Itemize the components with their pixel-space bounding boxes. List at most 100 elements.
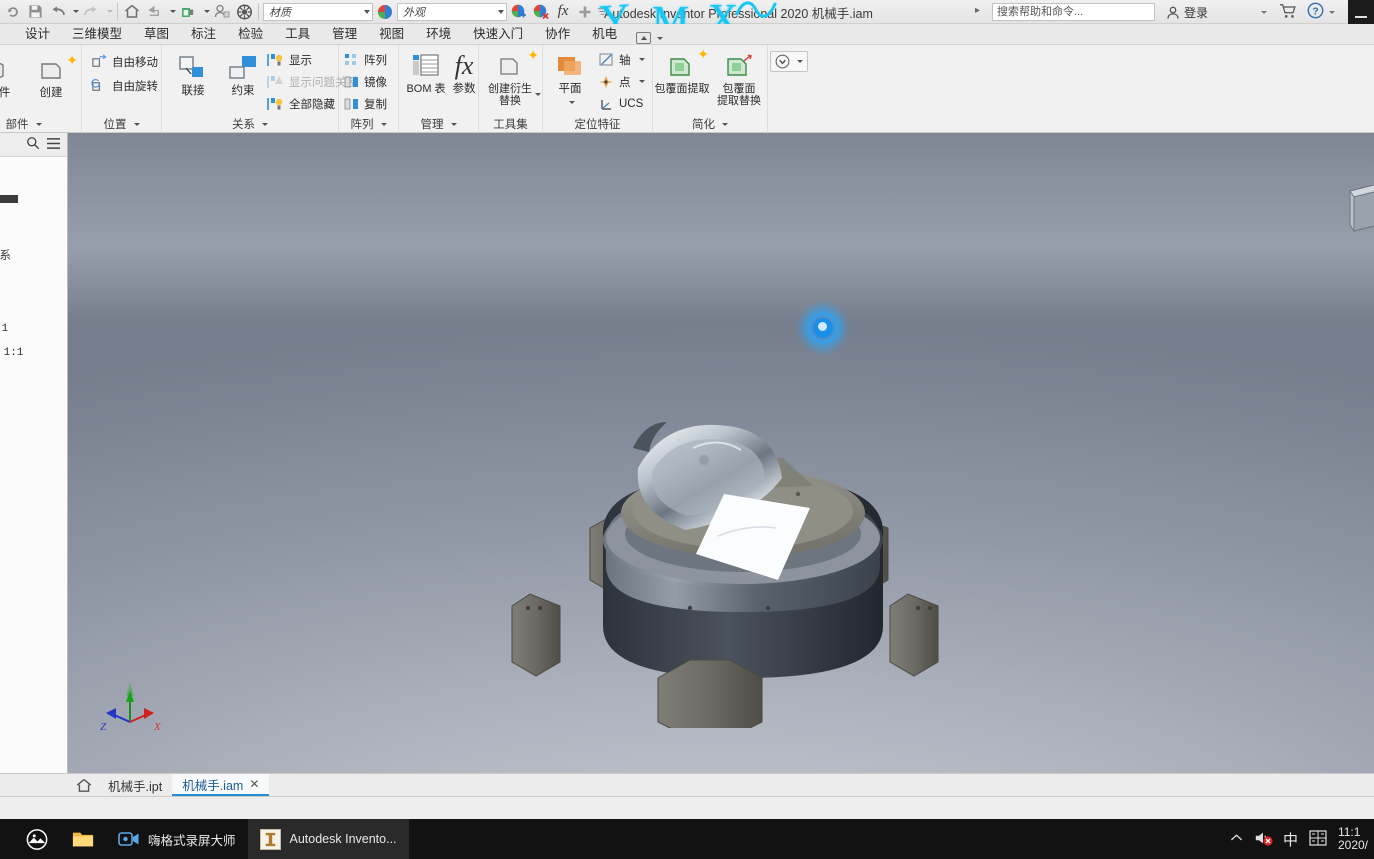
ribbon-overflow-chevron-icon[interactable] — [797, 60, 803, 63]
ribbon-overflow-button[interactable] — [770, 51, 808, 72]
constrain-button[interactable]: 约束 — [214, 51, 272, 97]
save-icon[interactable] — [24, 1, 46, 22]
panel-chevron-icon-6[interactable] — [722, 122, 728, 126]
tab-collaborate[interactable]: 协作 — [534, 24, 581, 44]
appearance-combo[interactable]: 外观 — [397, 2, 507, 21]
tab-inspect[interactable]: 检验 — [227, 24, 274, 44]
axis-button[interactable]: 轴 — [599, 49, 645, 70]
mirror-button[interactable]: 镜像 — [344, 71, 387, 92]
browser-entry-pattern-scale[interactable]: 列 1:1 — [0, 343, 23, 359]
plane-dropdown-icon[interactable] — [568, 101, 575, 104]
assembly-model[interactable] — [508, 308, 978, 728]
tab-environments[interactable]: 环境 — [415, 24, 462, 44]
shrinkwrap-substitute-button[interactable]: 包覆面 提取替换 — [710, 49, 768, 107]
tab-design[interactable]: 设计 — [14, 24, 61, 44]
tab-manage[interactable]: 管理 — [321, 24, 368, 44]
globe-icon[interactable] — [233, 1, 255, 22]
tab-view[interactable]: 视图 — [368, 24, 415, 44]
help-icon[interactable]: ? — [1307, 2, 1324, 22]
clock[interactable]: 11:1 2020/ — [1338, 826, 1368, 852]
browser-entry-scale[interactable]: :1 — [0, 323, 8, 335]
taskbar-item-explorer[interactable] — [60, 819, 106, 859]
add-command-icon[interactable] — [574, 1, 596, 22]
appearance-remove-icon[interactable] — [530, 1, 552, 22]
doc-tab-assembly[interactable]: 机械手.iam ✕ — [172, 774, 270, 796]
material-combo[interactable]: 材质 — [263, 2, 373, 21]
point-button[interactable]: 点 — [599, 71, 645, 92]
lock-icon[interactable] — [177, 1, 199, 22]
ribbon-minimize-icon[interactable] — [636, 32, 652, 44]
constrain-icon — [214, 51, 272, 85]
ribbon-options-chevron-icon[interactable] — [657, 36, 664, 40]
tab-get-started[interactable]: 快速入门 — [462, 24, 534, 44]
create-derived-substitute-button[interactable]: ✦ 创建衍生 替换 — [480, 48, 540, 107]
redo-dropdown-icon[interactable] — [102, 1, 114, 22]
sign-in-button[interactable]: 登录 — [1166, 4, 1208, 21]
appearance-add-icon[interactable] — [508, 1, 530, 22]
free-move-button[interactable]: 自由移动 — [90, 51, 158, 72]
undo-dropdown-icon[interactable] — [68, 1, 80, 22]
search-input[interactable]: 搜索帮助和命令... — [992, 3, 1155, 21]
place-component-button[interactable]: 零部件 — [0, 53, 22, 99]
ribbon-display-options[interactable] — [636, 32, 664, 44]
chevron-down-icon-2[interactable] — [498, 9, 504, 14]
chevron-down-icon[interactable] — [364, 9, 370, 14]
view-cube[interactable] — [1344, 181, 1374, 241]
close-icon[interactable]: ✕ — [249, 777, 259, 791]
tab-tools[interactable]: 工具 — [274, 24, 321, 44]
mirror-label: 镜像 — [364, 76, 387, 89]
home-icon[interactable] — [121, 1, 143, 22]
free-rotate-button[interactable]: 自由旋转 — [90, 75, 158, 96]
home-tab-button[interactable] — [70, 774, 98, 796]
volume-muted-icon[interactable] — [1254, 830, 1273, 849]
taskbar-item-recorder[interactable]: 嗨格式录屏大师 — [106, 819, 248, 859]
keyboard-icon[interactable] — [1309, 829, 1327, 849]
panel-chevron-icon[interactable] — [35, 122, 42, 126]
show-relationships-icon — [267, 53, 283, 66]
minimize-icon[interactable] — [1355, 16, 1367, 18]
return-dropdown-icon[interactable] — [165, 1, 177, 22]
ucs-button[interactable]: UCS — [599, 93, 643, 114]
panel-chevron-icon-5[interactable] — [450, 122, 457, 126]
tab-electromechanical[interactable]: 机电 — [581, 24, 628, 44]
undo-icon[interactable] — [46, 1, 68, 22]
undo-arrow-icon[interactable] — [2, 1, 24, 22]
lock-dropdown-icon[interactable] — [199, 1, 211, 22]
help-dropdown-icon[interactable] — [1329, 10, 1335, 14]
search-icon[interactable] — [26, 136, 40, 153]
axis-dropdown-icon[interactable] — [638, 58, 645, 61]
tab-sketch[interactable]: 草图 — [133, 24, 180, 44]
taskbar-item-inventor[interactable]: Autodesk Invento... — [247, 819, 409, 859]
create-component-button[interactable]: ✦ 创建 — [22, 53, 80, 99]
hide-all-button[interactable]: 全部隐藏 — [266, 93, 335, 114]
copy-label: 复制 — [364, 98, 387, 111]
pattern-button[interactable]: 阵列 — [344, 49, 387, 70]
material-color-icon[interactable] — [374, 1, 396, 22]
return-icon[interactable] — [143, 1, 165, 22]
shrinkwrap-button[interactable]: ✦ 包覆面提取 — [653, 47, 711, 95]
tab-3d-model[interactable]: 三维模型 — [61, 24, 133, 44]
window-controls[interactable] — [1348, 0, 1374, 24]
cart-icon[interactable] — [1279, 3, 1297, 22]
chevron-up-icon[interactable] — [1230, 832, 1243, 846]
browser-selected-node[interactable] — [0, 195, 18, 203]
title-overflow-icon[interactable]: ▸ — [975, 5, 980, 16]
ime-indicator[interactable]: 中 — [1283, 829, 1298, 850]
doc-tab-part[interactable]: 机械手.ipt — [98, 774, 172, 796]
signin-dropdown-icon[interactable] — [1261, 10, 1267, 14]
show-relationships-button[interactable]: 显示 — [266, 49, 312, 70]
hamburger-icon[interactable] — [46, 137, 61, 153]
fx-icon[interactable]: fx — [552, 1, 574, 22]
panel-chevron-icon-3[interactable] — [262, 122, 268, 126]
redo-icon[interactable] — [80, 1, 102, 22]
taskbar-item-photos[interactable] — [0, 819, 60, 859]
browser-entry-relationships[interactable]: 关系 — [0, 247, 11, 263]
graphics-viewport[interactable]: Z X — [68, 133, 1374, 773]
user-icon[interactable] — [211, 1, 233, 22]
copy-button[interactable]: 复制 — [344, 93, 387, 114]
plane-button[interactable]: 平面 — [541, 49, 599, 107]
point-dropdown-icon[interactable] — [638, 80, 645, 83]
panel-chevron-icon-2[interactable] — [133, 122, 140, 126]
panel-chevron-icon-4[interactable] — [380, 122, 387, 126]
tab-annotate[interactable]: 标注 — [180, 24, 227, 44]
